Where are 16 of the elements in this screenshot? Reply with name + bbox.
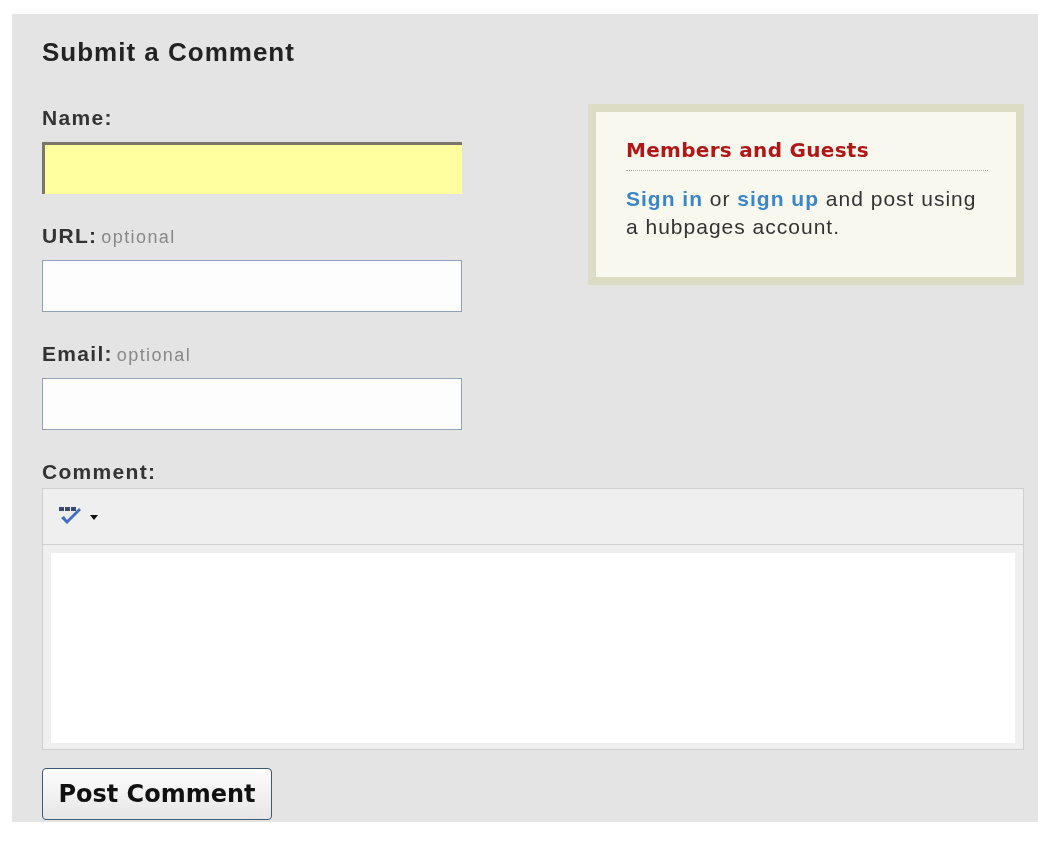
field-label: Comment: [42,460,157,483]
input-field[interactable] [42,142,462,194]
input-field[interactable] [42,260,462,312]
field-label: URL: [42,224,98,247]
field-label: Email: [42,342,113,365]
post-comment-button[interactable]: Post Comment [42,768,272,820]
sign-in-prompt: Sign in or sign up and post using a hubpages account. [626,186,978,240]
box-heading: Members and Guests [626,138,988,171]
account-link[interactable]: Sign in [626,187,703,210]
field-hint: optional [101,227,176,247]
form-title: Submit a Comment [42,36,296,68]
field-label: Name: [42,106,113,129]
input-field[interactable] [42,378,462,430]
field-hint: optional [116,345,192,365]
caret-icon[interactable] [89,512,99,521]
account-link[interactable]: sign up [737,187,819,210]
